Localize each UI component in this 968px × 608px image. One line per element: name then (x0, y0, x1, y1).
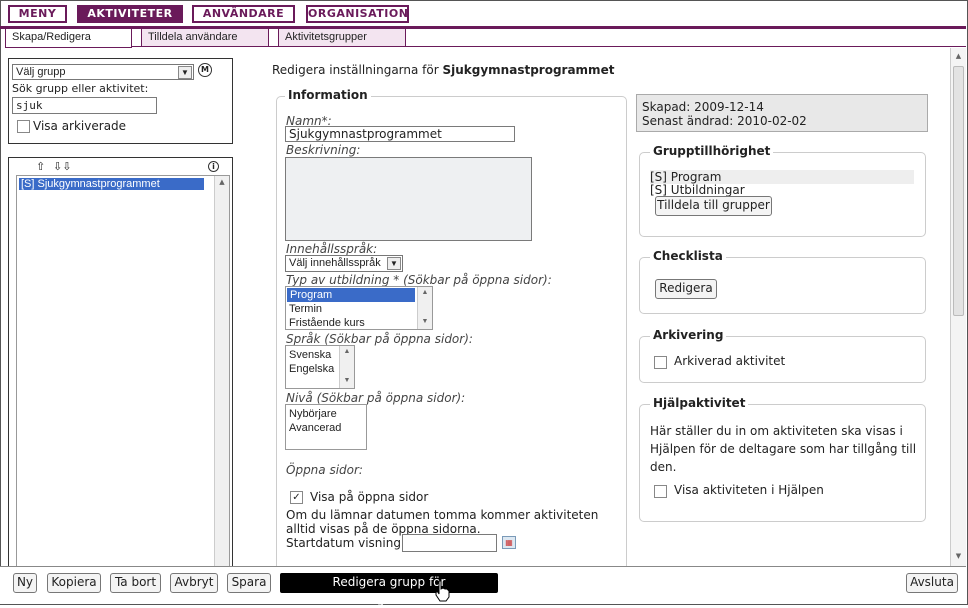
checklist-fieldset: Checklista Redigera (639, 249, 926, 314)
content-language-label: Innehållsspråk: (286, 242, 378, 256)
chevron-down-icon: ▼ (178, 66, 192, 79)
open-pages-note: Om du lämnar datumen tomma kommer aktivi… (286, 508, 599, 536)
nav-aktiviteter[interactable]: AKTIVITETER (77, 5, 183, 23)
chevron-down-icon: ▼ (387, 257, 401, 270)
delete-button[interactable]: Ta bort (110, 573, 161, 593)
archived-activity-label: Arkiverad aktivitet (674, 354, 786, 368)
page-title: Redigera inställningarna för Sjukgymnast… (272, 63, 614, 77)
level-label: Nivå (Sökbar på öppna sidor): (286, 391, 466, 405)
save-button[interactable]: Spara (227, 573, 271, 593)
tree-scrollbar[interactable]: ▲ (214, 176, 229, 568)
content-language-value: Välj innehållsspråk (289, 257, 381, 269)
scrollbar-thumb[interactable] (953, 66, 964, 316)
checklist-legend: Checklista (650, 249, 726, 263)
tab-skapa-redigera[interactable]: Skapa/Redigera (5, 29, 132, 48)
edit-checklist-button[interactable]: Redigera (655, 279, 717, 299)
scroll-up-icon[interactable]: ▲ (340, 346, 354, 358)
start-date-input[interactable] (402, 534, 497, 552)
scroll-down-icon[interactable]: ▼ (418, 316, 432, 328)
page-title-prefix: Redigera inställningarna för (272, 63, 443, 77)
education-type-label: Typ av utbildning * (Sökbar på öppna sid… (286, 273, 552, 287)
help-activity-fieldset: Hjälpaktivitet Här ställer du in om akti… (639, 396, 926, 522)
edit-collection-group-button[interactable]: Redigera grupp för samlingsaktivitet (280, 573, 498, 606)
scroll-down-icon[interactable]: ▼ (340, 375, 354, 387)
move-down-icon[interactable]: ⇩⇩ (53, 160, 71, 173)
listbox-scrollbar[interactable]: ▲ ▼ (417, 287, 432, 329)
tab-divider (132, 46, 966, 47)
changed-date: Senast ändrad: 2010-02-02 (642, 114, 807, 128)
information-legend: Information (285, 88, 371, 102)
page-title-name: Sjukgymnastprogrammet (442, 63, 615, 77)
scroll-up-icon[interactable]: ▲ (418, 287, 432, 299)
archived-activity-checkbox[interactable] (654, 356, 667, 369)
tree-list: [S] Sjukgymnastprogrammet ▲ (16, 175, 230, 569)
meta-info-box: Skapad: 2009-12-14 Senast ändrad: 2010-0… (636, 94, 928, 132)
show-in-help-label: Visa aktiviteten i Hjälpen (674, 483, 824, 497)
help-activity-text: Här ställer du in om aktiviteten ska vis… (650, 424, 917, 474)
list-item[interactable]: Program (287, 288, 415, 302)
education-type-listbox[interactable]: Program Termin Fristående kurs ▲ ▼ (285, 286, 433, 330)
created-date: Skapad: 2009-12-14 (642, 100, 764, 114)
tab-aktivitetsgrupper[interactable]: Aktivitetsgrupper (278, 29, 406, 47)
listbox-scrollbar[interactable]: ▲ ▼ (339, 346, 354, 388)
help-activity-legend: Hjälpaktivitet (650, 396, 749, 410)
list-item[interactable]: Nybörjare (286, 407, 366, 421)
group-select-value: Välj grupp (16, 66, 66, 78)
group-membership-fieldset: Grupptillhörighet [S] Program [S] Utbild… (639, 144, 926, 237)
nav-anvandare[interactable]: ANVÄNDARE (192, 5, 295, 23)
copy-button[interactable]: Kopiera (47, 573, 101, 593)
scroll-up-icon[interactable]: ▲ (215, 176, 229, 188)
hand-cursor-icon (435, 580, 450, 602)
start-date-label: Startdatum visning: (286, 536, 405, 550)
calendar-icon[interactable]: ▦ (502, 536, 516, 549)
scroll-up-icon[interactable]: ▲ (951, 50, 966, 62)
search-panel: Välj grupp ▼ M Sök grupp eller aktivitet… (8, 58, 233, 144)
group-item[interactable]: [S] Program (650, 170, 914, 184)
move-up-icon[interactable]: ⇧ (36, 160, 45, 173)
name-input[interactable]: Sjukgymnastprogrammet (285, 126, 515, 142)
search-input[interactable]: sjuk (12, 97, 157, 114)
show-on-open-pages-label: Visa på öppna sidor (310, 490, 429, 504)
info-icon[interactable]: i (208, 161, 219, 172)
language-label: Språk (Sökbar på öppna sidor): (286, 332, 473, 346)
page-scrollbar[interactable]: ▲ ▼ (950, 48, 966, 566)
tree-item[interactable]: [S] Sjukgymnastprogrammet (19, 178, 204, 190)
assign-groups-button[interactable]: Tilldela till grupper (655, 196, 772, 216)
m-icon-label: M (201, 65, 209, 74)
group-membership-legend: Grupptillhörighet (650, 144, 774, 158)
new-button[interactable]: Ny (13, 573, 37, 593)
group-select[interactable]: Välj grupp ▼ (12, 64, 194, 80)
show-in-help-checkbox[interactable] (654, 485, 667, 498)
level-listbox[interactable]: Nybörjare Avancerad (285, 404, 367, 450)
show-archived-label: Visa arkiverade (33, 119, 127, 133)
list-item[interactable]: Avancerad (286, 421, 366, 435)
tab-tilldela-anvandare[interactable]: Tilldela användare (141, 29, 269, 47)
search-label: Sök grupp eller aktivitet: (12, 82, 149, 95)
scroll-down-icon[interactable]: ▼ (951, 550, 966, 562)
open-pages-label: Öppna sidor: (286, 463, 363, 477)
archiving-legend: Arkivering (650, 328, 727, 342)
exit-button[interactable]: Avsluta (906, 573, 958, 593)
nav-organisation[interactable]: ORGANISATION (306, 5, 409, 23)
nav-meny[interactable]: MENY (8, 5, 67, 23)
description-label: Beskrivning: (286, 143, 361, 157)
content-language-select[interactable]: Välj innehållsspråk ▼ (285, 255, 403, 272)
language-listbox[interactable]: Svenska Engelska ▲ ▼ (285, 345, 355, 389)
tree-panel: ⇧ ⇩⇩ i [S] Sjukgymnastprogrammet ▲ (8, 157, 233, 569)
show-archived-checkbox[interactable] (17, 120, 30, 133)
list-item[interactable]: Termin (286, 302, 432, 316)
group-item[interactable]: [S] Utbildningar (650, 183, 745, 197)
cancel-button[interactable]: Avbryt (170, 573, 218, 593)
description-textarea[interactable] (285, 157, 532, 241)
list-item[interactable]: Fristående kurs (286, 316, 432, 330)
archiving-fieldset: Arkivering Arkiverad aktivitet (639, 328, 926, 383)
show-on-open-pages-checkbox[interactable]: ✓ (290, 491, 303, 504)
m-circle-icon[interactable]: M (198, 63, 212, 77)
